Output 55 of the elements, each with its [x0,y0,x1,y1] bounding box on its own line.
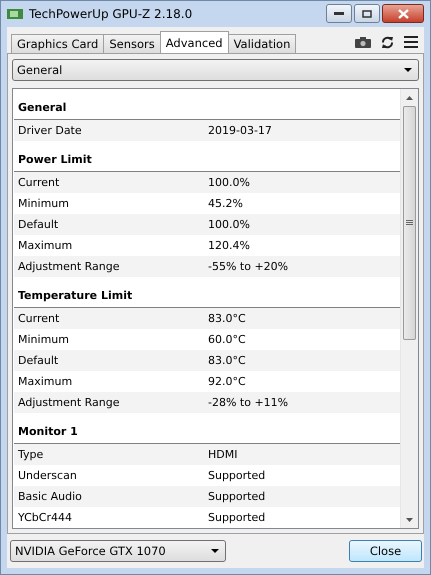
property-label: Driver Date [18,124,83,137]
close-button[interactable]: Close [349,540,422,562]
property-label: Adjustment Range [18,260,121,273]
close-icon [398,8,408,18]
tab[interactable]: Validation [228,34,296,53]
maximize-icon [362,10,372,18]
property-label: YCbCr444 [18,511,73,524]
property-label: Minimum [18,333,70,346]
maximize-button[interactable] [354,4,380,23]
graphics-card-icon [7,8,23,20]
property-value: 60.0°C [208,333,247,346]
gpu-dropdown[interactable]: NVIDIA GeForce GTX 1070 [10,540,226,562]
property-label: Basic Audio [18,490,83,503]
window-title: TechPowerUp GPU-Z 2.18.0 [29,7,194,21]
property-label: Type [18,448,44,461]
property-value: 100.0% [208,176,251,189]
tab[interactable]: Advanced [160,31,229,53]
scroll-up-icon[interactable] [406,96,413,100]
grip-icon [406,220,413,226]
property-value: 45.2% [208,197,244,210]
tab[interactable]: Graphics Card [11,34,104,53]
property-label: Maximum [18,239,74,252]
camera-icon[interactable] [355,36,371,48]
tab[interactable]: Sensors [103,34,161,53]
dropdown-arrow-icon [404,68,412,72]
property-value: 83.0°C [208,312,247,325]
scroll-down-icon[interactable] [406,518,413,522]
property-value: Supported [208,469,266,482]
minimize-icon [334,12,344,16]
property-label: Current [18,312,60,325]
scroll-thumb[interactable] [403,106,416,340]
property-value: 100.0% [208,218,251,231]
close-window-button[interactable] [382,4,424,23]
menu-icon[interactable] [404,36,418,48]
property-value: 92.0°C [208,375,247,388]
category-dropdown[interactable]: General [12,59,419,81]
property-value: Supported [208,511,266,524]
property-label: Underscan [18,469,78,482]
property-label: Adjustment Range [18,396,121,409]
dropdown-arrow-icon [211,549,219,553]
property-value: 2019-03-17 [208,124,273,137]
property-label: Current [18,176,60,189]
property-value: HDMI [208,448,238,461]
property-label: Default [18,218,60,231]
property-label: Minimum [18,197,70,210]
scrollbar[interactable] [400,89,418,528]
property-value: Supported [208,490,266,503]
property-value: 120.4% [208,239,251,252]
refresh-icon[interactable] [381,36,394,48]
minimize-button[interactable] [326,4,352,23]
property-label: Default [18,354,60,367]
property-value: -28% to +11% [208,396,290,409]
property-value: -55% to +20% [208,260,290,273]
property-value: 83.0°C [208,354,247,367]
property-label: Maximum [18,375,74,388]
